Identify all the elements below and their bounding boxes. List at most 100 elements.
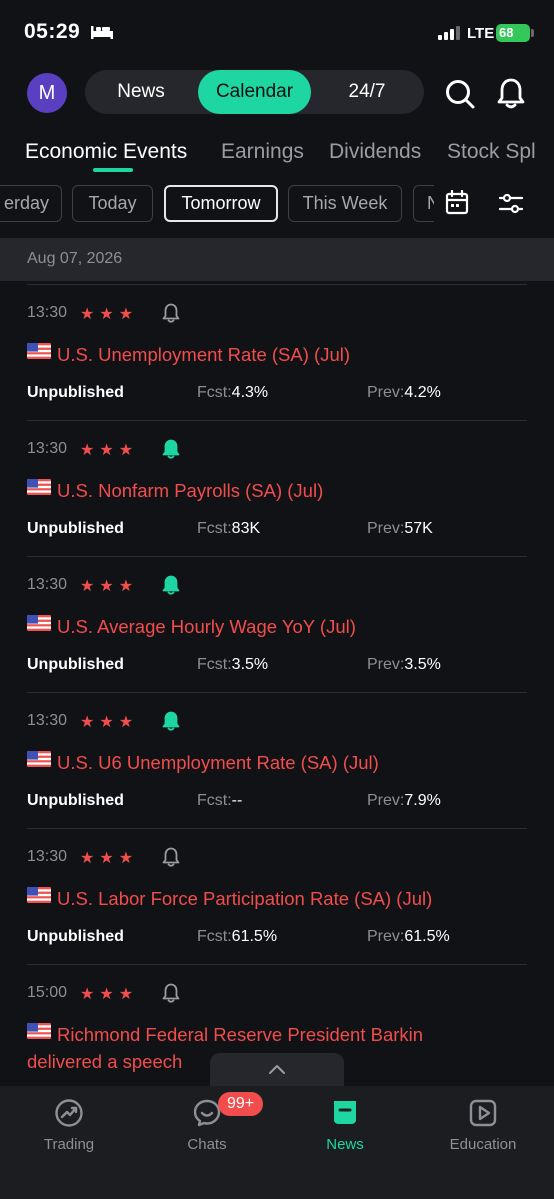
previous-label: Prev:	[367, 384, 405, 401]
event-time: 13:30	[27, 576, 68, 593]
event-title[interactable]: U.S. Labor Force Participation Rate (SA)…	[57, 885, 527, 912]
forecast-label: Fcst:	[197, 656, 232, 673]
event-status: Unpublished	[27, 928, 124, 945]
forecast-label: Fcst:	[197, 520, 232, 537]
previous-value: 61.5%	[404, 928, 450, 945]
event-title[interactable]: U.S. Nonfarm Payrolls (SA) (Jul)	[57, 477, 527, 504]
event-forecast: Fcst:83K	[197, 520, 260, 538]
segment-calendar[interactable]: Calendar	[198, 70, 311, 114]
chip-next-week[interactable]: N	[413, 185, 434, 222]
nav-education-label: Education	[449, 1136, 517, 1153]
previous-label: Prev:	[367, 656, 405, 673]
alert-off-bell-icon[interactable]	[160, 302, 182, 329]
alert-off-bell-icon[interactable]	[160, 982, 182, 1009]
event-forecast: Fcst:4.3%	[197, 384, 268, 402]
section-switcher: News Calendar 24/7	[85, 70, 424, 114]
chip-today[interactable]: Today	[72, 185, 153, 222]
us-flag-icon	[27, 751, 51, 772]
chip-tomorrow[interactable]: Tomorrow	[164, 185, 278, 222]
event-row[interactable]: 13:30 ★★★ U.S. Nonfarm Payrolls (SA) (Jul)…	[0, 420, 554, 556]
calendar-icon[interactable]	[445, 190, 469, 216]
economic-events-list[interactable]: 13:30 ★★★ U.S. Unemployment Rate (SA) (Jul…	[0, 284, 554, 1086]
row-divider	[27, 964, 527, 965]
event-row[interactable]: 13:30 ★★★ U.S. U6 Unemployment Rate (SA) (…	[0, 692, 554, 828]
forecast-label: Fcst:	[197, 928, 232, 945]
chip-yesterday[interactable]: erday	[0, 185, 62, 222]
us-flag-icon	[27, 887, 51, 908]
event-row[interactable]: 13:30 ★★★ U.S. Unemployment Rate (SA) (Jul…	[0, 284, 554, 420]
forecast-value: 83K	[231, 520, 261, 537]
row-divider	[27, 828, 527, 829]
search-icon[interactable]	[444, 78, 476, 110]
alert-on-bell-icon[interactable]	[160, 438, 182, 465]
us-flag-icon	[27, 479, 51, 500]
importance-stars: ★★★	[80, 306, 139, 323]
news-icon	[334, 1101, 356, 1124]
event-previous: Prev:3.5%	[367, 656, 441, 674]
nav-news[interactable]: News	[276, 1086, 414, 1166]
status-time: 05:29	[24, 20, 81, 43]
event-time: 13:30	[27, 848, 68, 865]
chip-this-week[interactable]: This Week	[288, 185, 402, 222]
importance-stars: ★★★	[80, 578, 139, 595]
notifications-bell-icon[interactable]	[496, 77, 526, 109]
education-icon	[469, 1099, 497, 1127]
importance-stars: ★★★	[80, 986, 139, 1003]
importance-stars: ★★★	[80, 850, 139, 867]
battery-tip	[531, 29, 534, 37]
event-forecast: Fcst:--	[197, 792, 242, 810]
trading-icon	[55, 1099, 83, 1127]
chats-unread-badge: 99+	[218, 1092, 264, 1116]
nav-trading[interactable]: Trading	[0, 1086, 138, 1166]
event-title[interactable]: U.S. Unemployment Rate (SA) (Jul)	[57, 341, 527, 368]
tab-earnings[interactable]: Earnings	[221, 140, 304, 164]
tab-stock-splits[interactable]: Stock Spl	[447, 140, 536, 164]
segment-news[interactable]: News	[85, 70, 197, 114]
calendar-category-tabs: Economic Events Earnings Dividends Stock…	[0, 136, 554, 176]
nav-news-label: News	[326, 1136, 364, 1153]
segment-24-7[interactable]: 24/7	[311, 70, 423, 114]
nav-education[interactable]: Education	[414, 1086, 552, 1166]
event-title[interactable]: U.S. Average Hourly Wage YoY (Jul)	[57, 613, 527, 640]
chevron-up-icon	[269, 1065, 285, 1074]
event-status: Unpublished	[27, 792, 124, 809]
forecast-label: Fcst:	[197, 792, 232, 809]
event-previous: Prev:61.5%	[367, 928, 450, 946]
alert-on-bell-icon[interactable]	[160, 710, 182, 737]
previous-value: 4.2%	[404, 384, 441, 401]
forecast-label: Fcst:	[197, 384, 232, 401]
event-status: Unpublished	[27, 656, 124, 673]
event-row[interactable]: 13:30 ★★★ U.S. Average Hourly Wage YoY (Ju…	[0, 556, 554, 692]
date-header-label: Aug 07, 2026	[27, 250, 123, 267]
tab-economic-events[interactable]: Economic Events	[25, 140, 187, 164]
tab-dividends[interactable]: Dividends	[329, 140, 421, 164]
status-bar: 05:29 LTE 68	[0, 0, 554, 64]
event-previous: Prev:57K	[367, 520, 433, 538]
filter-sliders-icon[interactable]	[498, 192, 524, 216]
active-tab-indicator	[93, 168, 133, 172]
forecast-value: --	[231, 792, 243, 809]
event-forecast: Fcst:3.5%	[197, 656, 268, 674]
scroll-to-top-button[interactable]	[210, 1053, 344, 1089]
event-row[interactable]: 13:30 ★★★ U.S. Labor Force Participation R…	[0, 828, 554, 964]
user-avatar[interactable]: M	[27, 73, 67, 113]
previous-label: Prev:	[367, 792, 405, 809]
row-divider	[27, 692, 527, 693]
event-time: 13:30	[27, 712, 68, 729]
event-previous: Prev:4.2%	[367, 384, 441, 402]
event-time: 13:30	[27, 304, 68, 321]
sleep-focus-icon	[91, 26, 113, 39]
previous-value: 3.5%	[404, 656, 441, 673]
importance-stars: ★★★	[80, 442, 139, 459]
alert-off-bell-icon[interactable]	[160, 846, 182, 873]
network-type: LTE	[467, 25, 495, 42]
event-previous: Prev:7.9%	[367, 792, 441, 810]
alert-on-bell-icon[interactable]	[160, 574, 182, 601]
date-range-chips: erday Today Tomorrow This Week N	[0, 184, 434, 224]
bottom-navigation: Trading Chats News Education	[0, 1086, 554, 1199]
nav-trading-label: Trading	[43, 1136, 95, 1153]
event-title[interactable]: U.S. U6 Unemployment Rate (SA) (Jul)	[57, 749, 527, 776]
previous-value: 57K	[404, 520, 433, 537]
forecast-value: 4.3%	[231, 384, 269, 401]
date-section-header: Aug 07, 2026	[0, 238, 554, 281]
